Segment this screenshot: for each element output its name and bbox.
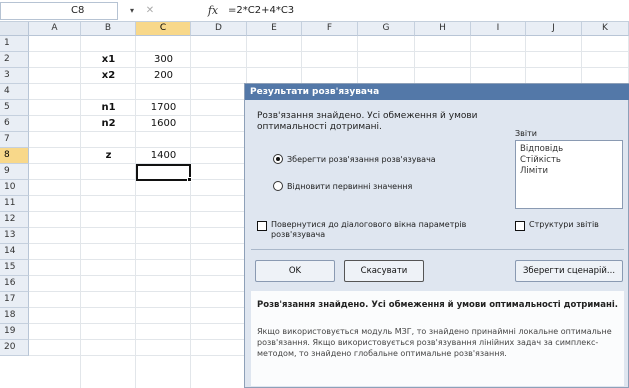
radio-restore-label: Відновити первинні значення	[287, 182, 413, 191]
cell-c8[interactable]: 1400	[136, 148, 191, 164]
column-header-a[interactable]: A	[29, 22, 81, 36]
checkbox-outline-label: Структури звітів	[529, 220, 599, 229]
row-header-2[interactable]: 2	[0, 52, 29, 68]
checkbox-return-label: Повернутися до діалогового вікна парамет…	[271, 220, 467, 239]
row-header-10[interactable]: 10	[0, 180, 29, 196]
checkbox-outline-icon[interactable]	[515, 221, 525, 231]
radio-keep-label: Зберегти розв'язання розв'язувача	[287, 155, 436, 164]
row-header-9[interactable]: 9	[0, 164, 29, 180]
row-header-14[interactable]: 14	[0, 244, 29, 260]
name-box[interactable]: C8	[0, 2, 118, 20]
row-header-17[interactable]: 17	[0, 292, 29, 308]
row-header-20[interactable]: 20	[0, 340, 29, 356]
column-header-k[interactable]: K	[582, 22, 629, 36]
grid-column-line	[80, 36, 81, 388]
row-header-18[interactable]: 18	[0, 308, 29, 324]
radio-keep-icon[interactable]	[273, 154, 283, 164]
cell-c6[interactable]: 1600	[136, 116, 191, 132]
solution-message: Розв'язання знайдено. Усі обмеження й ум…	[257, 111, 478, 132]
solver-results-dialog: Результати розв'язувача Розв'язання знай…	[244, 83, 629, 388]
cell-c2[interactable]: 300	[136, 52, 191, 68]
row-header-19[interactable]: 19	[0, 324, 29, 340]
row-header-12[interactable]: 12	[0, 212, 29, 228]
select-all-corner[interactable]	[0, 22, 29, 36]
formula-input[interactable]: =2*C2+4*C3	[224, 2, 629, 20]
column-header-h[interactable]: H	[415, 22, 471, 36]
radio-restore-icon[interactable]	[273, 181, 283, 191]
row-header-8[interactable]: 8	[0, 148, 29, 164]
column-header-i[interactable]: I	[471, 22, 526, 36]
cell-b8[interactable]: z	[81, 148, 136, 164]
formula-bar: C8 ▾ ✕ fx =2*C2+4*C3	[0, 0, 629, 22]
insert-function-icon[interactable]: fx	[204, 3, 222, 18]
save-scenario-button[interactable]: Зберегти сценарій...	[515, 260, 623, 282]
row-header-3[interactable]: 3	[0, 68, 29, 84]
column-header-e[interactable]: E	[247, 22, 302, 36]
cell-c3[interactable]: 200	[136, 68, 191, 84]
grid-column-line	[135, 36, 136, 388]
report-item-sensitivity[interactable]: Стійкість	[520, 155, 618, 166]
row-header-5[interactable]: 5	[0, 100, 29, 116]
row-header-15[interactable]: 15	[0, 260, 29, 276]
row-header-1[interactable]: 1	[0, 36, 29, 52]
row-header-4[interactable]: 4	[0, 84, 29, 100]
row-header-11[interactable]: 11	[0, 196, 29, 212]
row-header-16[interactable]: 16	[0, 276, 29, 292]
column-header-b[interactable]: B	[81, 22, 136, 36]
info-description: Якщо використовується модуль МЗГ, то зна…	[257, 327, 612, 358]
cell-c5[interactable]: 1700	[136, 100, 191, 116]
row-header-13[interactable]: 13	[0, 228, 29, 244]
cancel-button[interactable]: Скасувати	[344, 260, 424, 282]
report-item-answer[interactable]: Відповідь	[520, 144, 618, 155]
checkbox-return-icon[interactable]	[257, 221, 267, 231]
info-heading: Розв'язання знайдено. Усі обмеження й ум…	[257, 300, 618, 310]
name-box-dropdown-icon[interactable]: ▾	[126, 3, 138, 18]
cell-b6[interactable]: n2	[81, 116, 136, 132]
dialog-separator	[251, 249, 624, 250]
column-header-c[interactable]: C	[136, 22, 191, 36]
ok-button[interactable]: OK	[255, 260, 335, 282]
column-header-g[interactable]: G	[358, 22, 415, 36]
column-header-f[interactable]: F	[302, 22, 358, 36]
column-header-d[interactable]: D	[191, 22, 247, 36]
cell-b3[interactable]: x2	[81, 68, 136, 84]
active-cell-c8[interactable]	[136, 164, 191, 181]
column-header-j[interactable]: J	[526, 22, 582, 36]
reports-list[interactable]: Відповідь Стійкість Ліміти	[515, 140, 623, 209]
row-header-7[interactable]: 7	[0, 132, 29, 148]
dialog-title: Результати розв'язувача	[245, 84, 629, 100]
cell-b2[interactable]: x1	[81, 52, 136, 68]
reports-label: Звіти	[515, 129, 537, 138]
info-panel: Розв'язання знайдено. Усі обмеження й ум…	[251, 291, 624, 386]
cell-b5[interactable]: n1	[81, 100, 136, 116]
row-header-6[interactable]: 6	[0, 116, 29, 132]
cancel-icon[interactable]: ✕	[143, 3, 157, 18]
report-item-limits[interactable]: Ліміти	[520, 166, 618, 177]
grid-column-line	[190, 36, 191, 388]
fill-handle[interactable]	[187, 177, 192, 182]
